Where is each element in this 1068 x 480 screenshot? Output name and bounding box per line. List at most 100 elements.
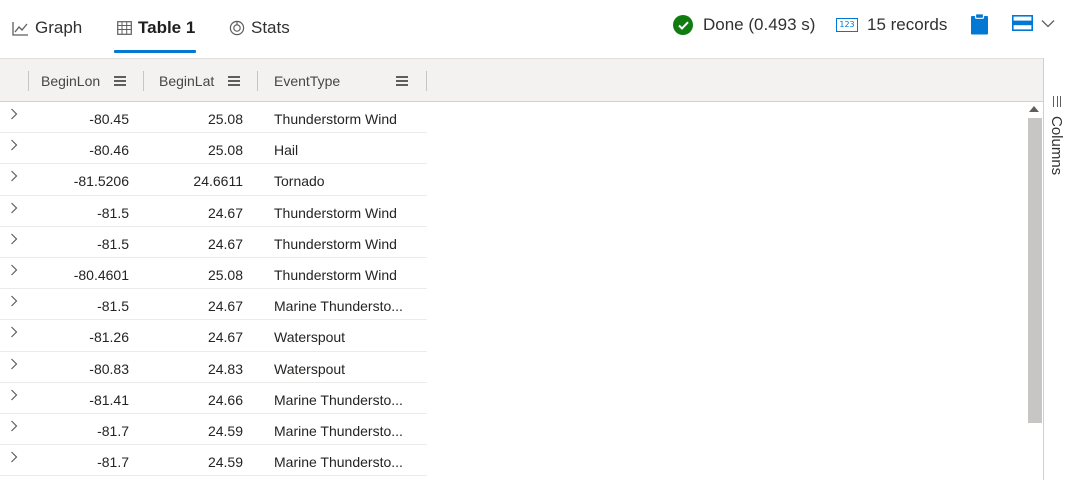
chevron-right-icon[interactable]: [8, 420, 20, 432]
line-chart-icon: [12, 21, 28, 36]
cell-eventtype: Marine Thundersto...: [274, 391, 403, 408]
cell-beginlat: 25.08: [207, 142, 243, 159]
cell-eventtype: Thunderstorm Wind: [274, 235, 397, 252]
cell-beginlat: 24.66: [207, 391, 243, 408]
table-row[interactable]: -81.41 24.66 Marine Thundersto...: [0, 383, 427, 414]
chevron-right-icon[interactable]: [8, 108, 20, 120]
column-header-eventtype[interactable]: EventType: [274, 59, 340, 102]
cell-eventtype: Hail: [274, 142, 299, 159]
cell-beginlat: 24.67: [207, 329, 243, 346]
table-row[interactable]: -81.7 24.59 Marine Thundersto...: [0, 445, 427, 477]
columns-icon: [1052, 96, 1062, 108]
stats-icon: [229, 20, 245, 36]
record-count: 123 15 records: [836, 13, 947, 37]
table-row[interactable]: -81.5 24.67 Marine Thundersto...: [0, 289, 427, 321]
view-layout-icon: [1012, 15, 1033, 31]
cell-eventtype: Tornado: [274, 173, 325, 190]
cell-beginlon: -80.45: [89, 111, 129, 127]
cell-beginlat: 24.83: [207, 360, 243, 377]
results-toolbar: Graph Table 1 Stats Done (0.493 s) 123 1…: [0, 0, 1068, 58]
cell-beginlon: -81.41: [89, 391, 129, 408]
cell-beginlon: -81.5: [97, 235, 129, 252]
grid-rows: -80.45 25.08 Thunderstorm Wind -80.46 25.08 H…: [0, 102, 427, 477]
chevron-right-icon[interactable]: [8, 202, 20, 214]
table-row[interactable]: -81.5 24.67 Thunderstorm Wind: [0, 227, 427, 258]
cell-beginlon: -81.7: [97, 422, 129, 439]
column-menu-icon[interactable]: [396, 76, 408, 86]
chevron-right-icon[interactable]: [8, 264, 20, 276]
cell-eventtype: Thunderstorm Wind: [274, 266, 397, 283]
cell-beginlon: -81.5: [97, 204, 129, 221]
table-row[interactable]: -80.45 25.08 Thunderstorm Wind: [0, 102, 427, 134]
chevron-right-icon[interactable]: [8, 358, 20, 370]
cell-eventtype: Marine Thundersto...: [274, 298, 403, 315]
cell-eventtype: Waterspout: [274, 329, 346, 346]
tab-graph-label: Graph: [35, 18, 83, 37]
table-row[interactable]: -80.4601 25.08 Thunderstorm Wind: [0, 258, 427, 290]
chevron-down-icon: [1041, 19, 1055, 27]
chevron-right-icon[interactable]: [8, 295, 20, 307]
tab-table-1-label: Table 1: [138, 18, 196, 37]
table-row[interactable]: -81.5206 24.6611 Tornado: [0, 164, 427, 196]
chevron-right-icon[interactable]: [8, 389, 20, 401]
table-row[interactable]: -81.5 24.67 Thunderstorm Wind: [0, 196, 427, 227]
cell-beginlat: 24.6611: [193, 173, 243, 190]
cell-beginlon: -80.4601: [73, 266, 129, 283]
cell-beginlat: 24.67: [207, 204, 243, 221]
cell-eventtype: Thunderstorm Wind: [274, 111, 397, 127]
cell-beginlat: 24.67: [207, 298, 243, 315]
table-icon: [117, 21, 132, 35]
chevron-right-icon[interactable]: [8, 233, 20, 245]
cell-beginlat: 24.59: [207, 454, 243, 471]
tab-table-1[interactable]: Table 1: [117, 0, 195, 56]
tab-graph[interactable]: Graph: [12, 0, 82, 56]
cell-beginlon: -81.5206: [73, 173, 129, 190]
column-separator[interactable]: [143, 71, 144, 91]
number-icon: 123: [836, 18, 858, 32]
cell-beginlat: 25.08: [207, 266, 243, 283]
column-separator[interactable]: [28, 71, 29, 91]
columns-panel-label: Columns: [1048, 116, 1065, 176]
cell-beginlon: -81.26: [89, 329, 129, 346]
column-menu-icon[interactable]: [114, 76, 126, 86]
cell-eventtype: Waterspout: [274, 360, 346, 377]
column-menu-icon[interactable]: [228, 76, 240, 86]
cell-beginlat: 24.59: [207, 422, 243, 439]
chevron-right-icon[interactable]: [8, 139, 20, 151]
table-row[interactable]: -81.7 24.59 Marine Thundersto...: [0, 414, 427, 446]
chevron-right-icon[interactable]: [8, 326, 20, 338]
cell-beginlat: 25.08: [207, 111, 243, 127]
status-text: Done (0.493 s): [703, 15, 816, 34]
column-separator[interactable]: [257, 71, 258, 91]
columns-side-panel[interactable]: Columns: [1043, 58, 1068, 480]
cell-beginlon: -80.46: [89, 142, 129, 159]
vertical-scrollbar-thumb[interactable]: [1028, 118, 1042, 423]
table-row[interactable]: -80.46 25.08 Hail: [0, 133, 427, 165]
column-header-beginlat[interactable]: BeginLat: [159, 59, 214, 102]
chevron-right-icon[interactable]: [8, 170, 20, 182]
chevron-right-icon[interactable]: [8, 451, 20, 463]
cell-beginlon: -80.83: [89, 360, 129, 377]
query-status: Done (0.493 s): [673, 13, 815, 37]
column-header-beginlon[interactable]: BeginLon: [41, 59, 100, 102]
results-grid: BeginLon BeginLat EventType -80.45 25.08 T…: [0, 58, 1043, 480]
tab-stats[interactable]: Stats: [229, 0, 290, 56]
table-row[interactable]: -81.26 24.67 Waterspout: [0, 320, 427, 352]
cell-beginlat: 24.67: [207, 235, 243, 252]
cell-eventtype: Thunderstorm Wind: [274, 204, 397, 221]
table-row[interactable]: -80.83 24.83 Waterspout: [0, 352, 427, 383]
copy-button[interactable]: [970, 13, 989, 40]
tab-stats-label: Stats: [251, 18, 290, 37]
clipboard-icon: [971, 13, 988, 35]
check-circle-icon: [673, 15, 693, 35]
column-separator[interactable]: [426, 71, 427, 91]
grid-header: BeginLon BeginLat EventType: [0, 59, 1043, 102]
cell-beginlon: -81.5: [97, 298, 129, 315]
scroll-up-arrow[interactable]: [1029, 106, 1039, 112]
selected-tab-indicator: [114, 50, 196, 53]
view-layout-selector[interactable]: [1012, 15, 1055, 31]
cell-eventtype: Marine Thundersto...: [274, 422, 403, 439]
cell-beginlon: -81.7: [97, 454, 129, 471]
record-count-text: 15 records: [867, 15, 948, 34]
cell-eventtype: Marine Thundersto...: [274, 454, 403, 471]
